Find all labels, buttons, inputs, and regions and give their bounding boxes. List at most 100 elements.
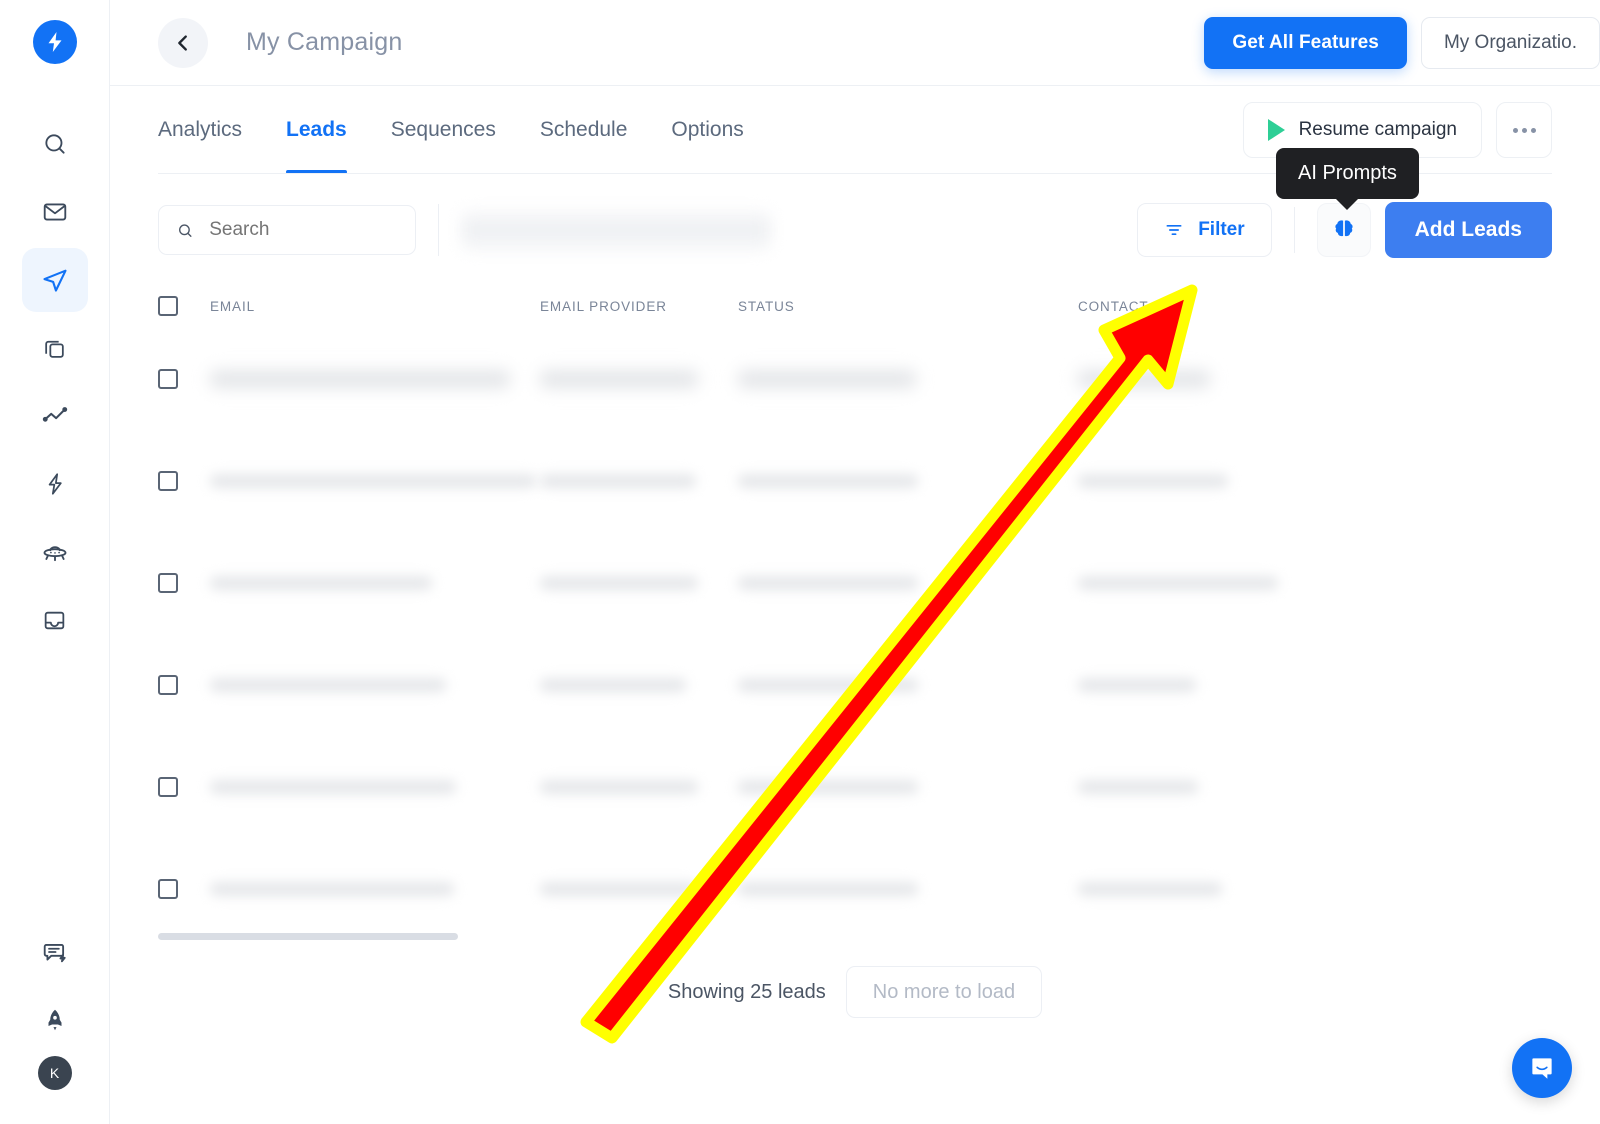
filter-button[interactable]: Filter bbox=[1137, 203, 1272, 257]
cell-contact bbox=[1078, 779, 1318, 795]
line-chart-icon bbox=[42, 407, 67, 422]
toolbar-divider bbox=[438, 204, 439, 256]
horizontal-scrollbar[interactable] bbox=[158, 933, 458, 940]
select-all-checkbox[interactable] bbox=[158, 296, 178, 316]
cell-contact bbox=[1078, 881, 1318, 897]
sidebar-item-search[interactable] bbox=[22, 112, 88, 176]
sidebar-item-templates[interactable] bbox=[22, 316, 88, 380]
sidebar-item-lead-finder[interactable] bbox=[22, 520, 88, 584]
lightning-bolt-icon bbox=[48, 473, 62, 495]
filter-label: Filter bbox=[1198, 219, 1245, 240]
cell-email-provider bbox=[540, 881, 738, 897]
sidebar-item-automations[interactable] bbox=[22, 452, 88, 516]
lightning-bolt-logo-icon bbox=[48, 32, 61, 52]
ai-prompts-button[interactable] bbox=[1316, 203, 1371, 257]
sidebar-item-mailbox[interactable] bbox=[22, 180, 88, 244]
table-row[interactable] bbox=[158, 736, 1552, 838]
cell-email bbox=[178, 677, 540, 693]
sidebar-item-unibox[interactable] bbox=[22, 588, 88, 652]
leads-table: EMAIL EMAIL PROVIDER STATUS CONTACT bbox=[110, 284, 1600, 940]
toolbar-divider bbox=[1293, 207, 1295, 253]
organization-selector[interactable]: My Organizatio. bbox=[1420, 16, 1600, 69]
cell-contact bbox=[1078, 473, 1318, 489]
no-more-to-load-button: No more to load bbox=[845, 966, 1043, 1018]
get-all-features-button[interactable]: Get All Features bbox=[1204, 16, 1407, 69]
table-row[interactable] bbox=[158, 634, 1552, 736]
showing-leads-count: Showing 25 leads bbox=[667, 980, 826, 1003]
rocket-icon bbox=[48, 1009, 61, 1031]
table-row[interactable] bbox=[158, 532, 1552, 634]
sidebar-item-analytics[interactable] bbox=[22, 384, 88, 448]
avatar-initial: K bbox=[49, 1065, 60, 1081]
cell-status bbox=[738, 779, 1078, 795]
column-header-contact[interactable]: CONTACT bbox=[1078, 299, 1318, 314]
left-nav-rail: K bbox=[0, 0, 110, 1124]
tab-leads[interactable]: Leads bbox=[286, 86, 347, 174]
add-leads-button[interactable]: Add Leads bbox=[1384, 202, 1552, 258]
sidebar-item-campaigns[interactable] bbox=[21, 248, 88, 312]
intercom-chat-icon bbox=[1532, 1058, 1552, 1079]
avatar[interactable]: K bbox=[37, 1056, 72, 1090]
ellipsis-dot bbox=[1530, 127, 1536, 133]
cell-contact bbox=[1078, 368, 1318, 390]
cell-email bbox=[178, 881, 540, 897]
intercom-messenger-launcher[interactable] bbox=[1512, 1038, 1572, 1098]
cell-email-provider bbox=[540, 368, 738, 390]
cell-email bbox=[178, 575, 540, 591]
cell-email bbox=[178, 368, 540, 390]
play-triangle-icon bbox=[1267, 119, 1285, 141]
back-button[interactable] bbox=[158, 17, 208, 68]
cell-email-provider bbox=[540, 473, 738, 489]
row-checkbox[interactable] bbox=[158, 675, 178, 695]
cell-status bbox=[738, 881, 1078, 897]
more-options-button[interactable] bbox=[1496, 102, 1552, 158]
cell-email-provider bbox=[540, 677, 738, 693]
search-icon bbox=[44, 134, 65, 154]
row-checkbox[interactable] bbox=[158, 573, 178, 593]
cell-contact bbox=[1078, 677, 1318, 693]
chat-bolt-icon bbox=[43, 944, 66, 963]
app-logo[interactable] bbox=[32, 20, 77, 64]
top-bar-actions: Get All Features My Organizatio. bbox=[1204, 16, 1600, 69]
column-header-status[interactable]: STATUS bbox=[738, 299, 1078, 314]
tab-schedule[interactable]: Schedule bbox=[540, 86, 628, 174]
filter-lines-icon bbox=[1166, 225, 1182, 235]
page-title: My Campaign bbox=[246, 28, 403, 56]
brain-icon bbox=[1335, 220, 1353, 237]
tab-sequences[interactable]: Sequences bbox=[391, 86, 496, 174]
ellipsis-dot bbox=[1512, 127, 1518, 133]
cell-status bbox=[738, 677, 1078, 693]
tab-analytics[interactable]: Analytics bbox=[158, 86, 242, 174]
redacted-toolbar-chip bbox=[461, 208, 771, 252]
resume-campaign-label: Resume campaign bbox=[1298, 119, 1457, 140]
ufo-icon bbox=[43, 546, 66, 562]
row-checkbox[interactable] bbox=[158, 471, 178, 491]
top-bar: My Campaign Get All Features My Organiza… bbox=[110, 0, 1600, 86]
chevron-left-icon bbox=[178, 34, 187, 51]
table-row[interactable] bbox=[158, 328, 1552, 430]
cell-status bbox=[738, 368, 1078, 390]
table-row[interactable] bbox=[158, 838, 1552, 940]
search-box[interactable] bbox=[158, 205, 416, 255]
ai-prompts-tooltip: AI Prompts bbox=[1276, 148, 1419, 199]
table-row[interactable] bbox=[158, 430, 1552, 532]
paper-plane-icon bbox=[42, 269, 67, 292]
cell-status bbox=[738, 473, 1078, 489]
main-area: My Campaign Get All Features My Organiza… bbox=[110, 0, 1600, 1124]
tab-options[interactable]: Options bbox=[671, 86, 743, 174]
search-input[interactable] bbox=[209, 219, 397, 241]
column-header-email[interactable]: EMAIL bbox=[178, 299, 540, 314]
sidebar-item-whats-new[interactable] bbox=[22, 988, 88, 1052]
column-header-email-provider[interactable]: EMAIL PROVIDER bbox=[540, 299, 738, 314]
cell-contact bbox=[1078, 575, 1318, 591]
app-root: K My Campaign Get All Features My Organi… bbox=[0, 0, 1600, 1124]
row-checkbox[interactable] bbox=[158, 879, 178, 899]
table-header-row: EMAIL EMAIL PROVIDER STATUS CONTACT bbox=[158, 284, 1552, 328]
cell-status bbox=[738, 575, 1078, 591]
row-checkbox[interactable] bbox=[158, 777, 178, 797]
row-checkbox[interactable] bbox=[158, 369, 178, 389]
copy-layers-icon bbox=[45, 340, 64, 358]
ellipsis-dot bbox=[1521, 127, 1527, 133]
sidebar-item-feedback[interactable] bbox=[22, 920, 88, 984]
mail-icon bbox=[43, 203, 66, 221]
